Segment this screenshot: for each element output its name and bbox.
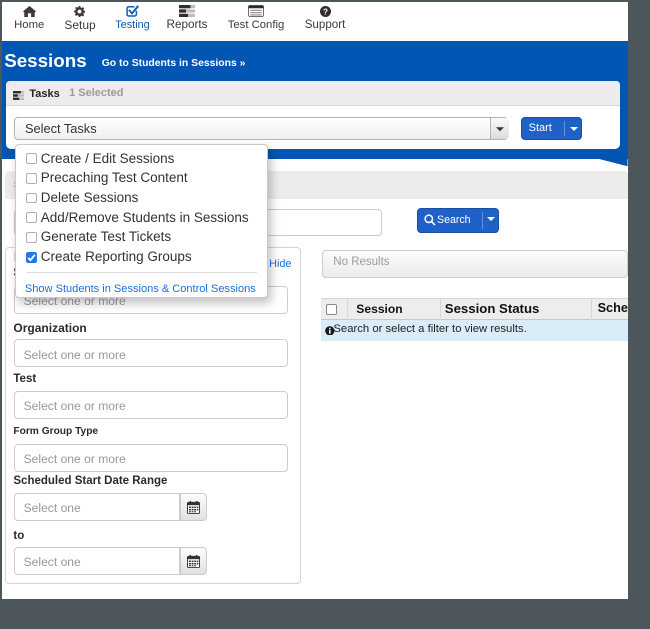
- svg-text:?: ?: [322, 7, 327, 16]
